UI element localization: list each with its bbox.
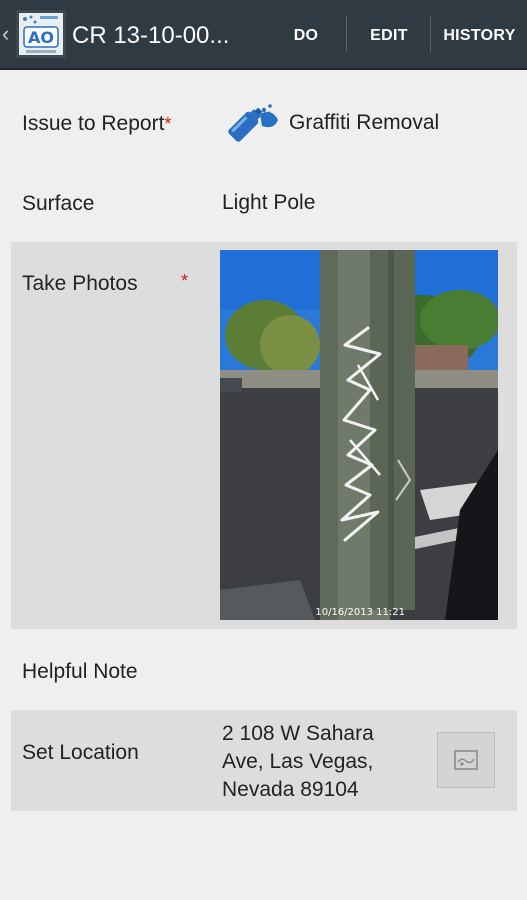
surface-label: Surface bbox=[22, 192, 95, 215]
address-line: Ave, Las Vegas, bbox=[222, 750, 374, 773]
address-line: Nevada 89104 bbox=[222, 778, 359, 801]
issue-value: Graffiti Removal bbox=[289, 111, 440, 134]
map-button[interactable] bbox=[437, 732, 495, 788]
page-title: CR 13-10-00... bbox=[72, 22, 230, 49]
app-logo-icon[interactable]: AO bbox=[16, 10, 66, 58]
address-line: 2 108 W Sahara bbox=[222, 722, 374, 745]
surface-row[interactable]: Surface Light Pole bbox=[11, 166, 517, 242]
location-row: Set Location 2 108 W Sahara Ave, Las Veg… bbox=[11, 710, 517, 811]
history-button[interactable]: HISTORY bbox=[432, 0, 527, 70]
location-label: Set Location bbox=[22, 741, 139, 764]
action-bar: ‹ AO CR 13-10-00... DO EDIT HISTORY bbox=[0, 0, 527, 70]
issue-row[interactable]: Issue to Report* Graffiti Removal bbox=[11, 80, 517, 166]
photo-timestamp: 10/16/2013 11:21 bbox=[315, 607, 405, 618]
logo-text: AO bbox=[28, 28, 54, 47]
action-divider bbox=[430, 16, 431, 52]
required-mark: * bbox=[181, 271, 189, 291]
note-label: Helpful Note bbox=[22, 660, 138, 683]
photos-row: Take Photos * 10/16/2013 11:21 bbox=[11, 242, 517, 629]
action-divider bbox=[346, 16, 347, 52]
do-button[interactable]: DO bbox=[272, 0, 340, 70]
note-row[interactable]: Helpful Note bbox=[11, 629, 517, 710]
issue-label-text: Issue to Report bbox=[22, 112, 165, 135]
photos-label: Take Photos bbox=[22, 272, 138, 295]
surface-value: Light Pole bbox=[222, 191, 316, 214]
photo-thumbnail[interactable]: 10/16/2013 11:21 bbox=[220, 250, 498, 620]
issue-label: Issue to Report* bbox=[22, 111, 171, 137]
map-icon bbox=[454, 749, 478, 771]
location-address: 2 108 W Sahara Ave, Las Vegas, Nevada 89… bbox=[222, 720, 374, 804]
spray-can-icon bbox=[222, 100, 280, 146]
back-chevron-icon[interactable]: ‹ bbox=[2, 22, 9, 46]
edit-button[interactable]: EDIT bbox=[348, 0, 430, 70]
required-mark: * bbox=[164, 114, 172, 134]
